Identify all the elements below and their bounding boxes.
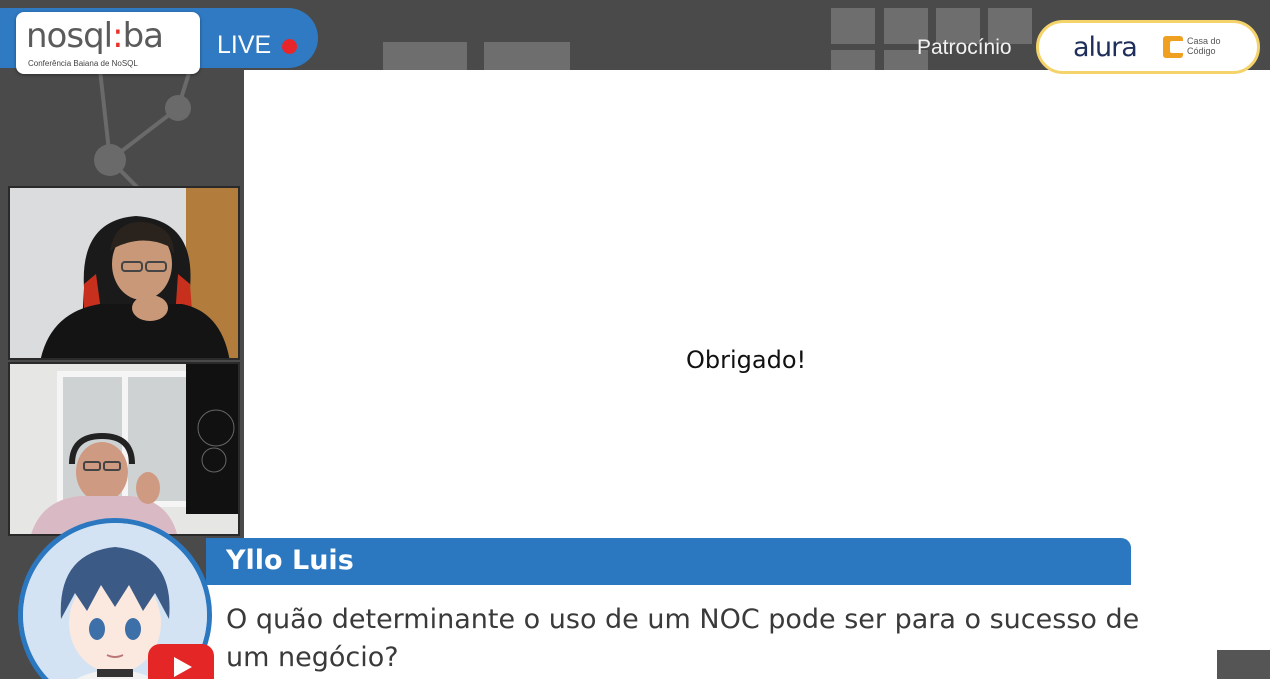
event-logo: nosql:ba Conferência Baiana de NoSQL (16, 12, 200, 74)
youtube-icon[interactable] (148, 644, 214, 679)
webcam-image-1 (10, 188, 238, 358)
webcam-feed-speaker-2 (8, 362, 240, 536)
webcam-feed-speaker-1 (8, 186, 240, 360)
bg-tile (383, 42, 467, 70)
bg-tile (831, 50, 875, 70)
question-panel: O quão determinante o uso de um NOC pode… (206, 585, 1216, 679)
slide-text: Obrigado! (686, 346, 807, 374)
logo-subtitle: Conferência Baiana de NoSQL (28, 59, 138, 68)
name-bar: Yllo Luis (206, 538, 1131, 585)
webcam-image-2 (10, 364, 238, 534)
casa-do-codigo-logo: Casa do Código (1187, 36, 1221, 56)
logo-separator: : (112, 16, 124, 56)
casa-do-codigo-icon (1163, 36, 1183, 58)
corner-panel (1217, 650, 1270, 679)
logo-text: nosql:ba (26, 16, 164, 56)
asker-name: Yllo Luis (226, 545, 354, 576)
live-dot-icon (282, 39, 297, 54)
logo-accent: ba (122, 16, 164, 56)
live-label: LIVE (217, 31, 272, 59)
logo-main: nosql (26, 16, 113, 56)
network-decoration (94, 70, 192, 190)
question-text: O quão determinante o uso de um NOC pode… (226, 604, 1140, 673)
bg-tile (831, 8, 875, 44)
sponsor-badge: alura Casa do Código (1036, 20, 1260, 74)
alura-logo: alura (1073, 32, 1138, 63)
bg-tile (484, 42, 570, 70)
sponsor-label: Patrocínio (917, 36, 1012, 59)
